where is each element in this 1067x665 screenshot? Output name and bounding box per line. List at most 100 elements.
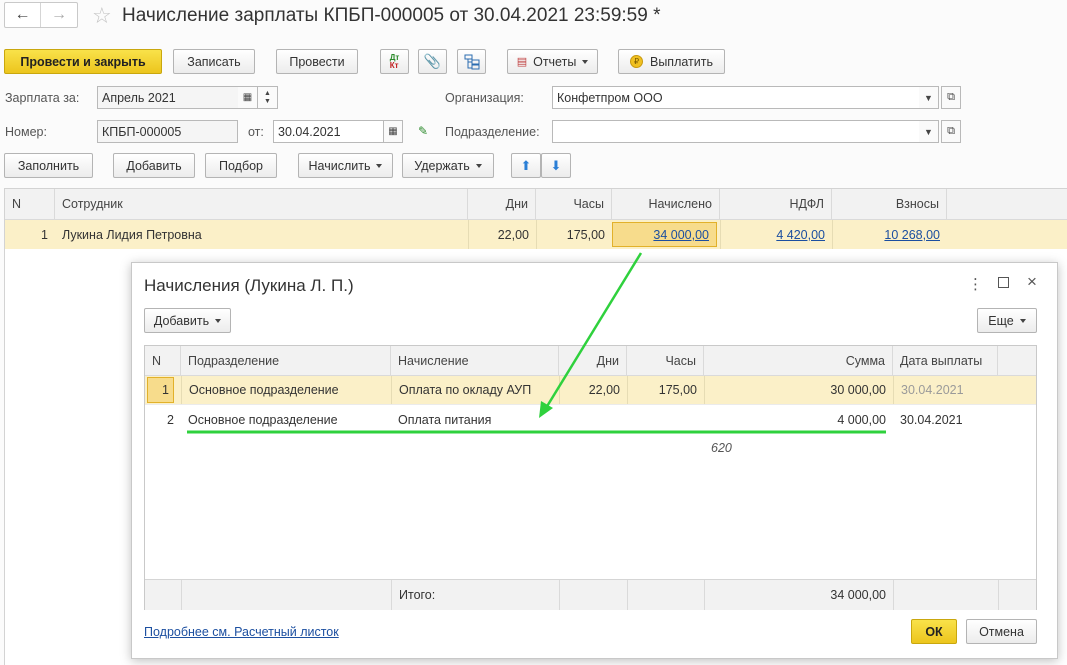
dialog-table-footer: Итого: 34 000,00 [145,579,1036,610]
add-button[interactable]: Добавить [113,153,195,178]
row-n: 1 [41,227,48,242]
forward-button[interactable]: → [41,3,77,27]
row-contrib[interactable]: 10 268,00 [832,220,947,249]
row-accrued[interactable]: 34 000,00 [612,222,717,247]
pay-label: Выплатить [649,54,713,69]
dcol-department[interactable]: Подразделение [181,346,391,375]
open-icon: ⧉ [947,125,955,137]
organization-field[interactable]: Конфетпром ООО [552,86,920,109]
col-hours[interactable]: Часы [536,189,612,219]
arrow-down-icon: ⬇ [550,157,562,173]
drow-n: 1 [145,376,181,404]
department-open-button[interactable]: ⧉ [941,120,961,143]
ok-button[interactable]: ОК [911,619,957,644]
drow-days [559,405,627,434]
accrue-label: Начислить [308,158,371,173]
total-label: Итого: [391,580,559,610]
department-field[interactable] [552,120,920,143]
drow-sum: 4 000,00 [837,412,886,427]
arrow-right-icon: → [51,6,67,23]
dialog-table: N Подразделение Начисление Дни Часы Сумм… [144,345,1037,610]
calendar-icon: ▦ [388,126,398,137]
chevron-down-icon: ▼ [924,92,933,103]
footer-divider [559,580,560,610]
department-label: Подразделение: [445,125,540,139]
footer-divider [627,580,628,610]
nav-group: ← → [4,2,78,28]
dcol-days[interactable]: Дни [559,346,627,375]
attach-button[interactable]: 📎 [418,49,447,74]
move-up-button[interactable]: ⬆ [511,153,541,178]
move-down-button[interactable]: ⬇ [541,153,571,178]
pick-button[interactable]: Подбор [205,153,277,178]
drow-hours: 175,00 [627,376,704,404]
table-row[interactable]: 2 Основное подразделение Оплата питания … [145,405,1036,434]
fill-button[interactable]: Заполнить [4,153,93,178]
footer-divider [998,580,999,610]
row-employee: Лукина Лидия Петровна [62,227,202,242]
number-label: Номер: [5,125,47,139]
row-days: 22,00 [468,220,536,249]
drow-accrual: Оплата питания [398,412,492,427]
month-stepper[interactable]: ▲ ▼ [258,86,278,109]
col-employee[interactable]: Сотрудник [55,189,468,219]
more-vert-icon[interactable]: ⋮ [968,275,983,293]
department-dropdown[interactable]: ▼ [919,120,939,143]
dt-kt-icon: Дт Кт [389,52,400,70]
drow-sum: 30 000,00 [704,376,893,404]
total-sum: 34 000,00 [704,580,893,610]
dialog-more-button[interactable]: Еще [977,308,1037,333]
date-calendar-button[interactable]: ▦ [383,120,403,143]
contrib-link[interactable]: 10 268,00 [884,228,940,242]
cancel-button[interactable]: Отмена [966,619,1037,644]
organization-dropdown[interactable]: ▼ [919,86,939,109]
payslip-link[interactable]: Подробнее см. Расчетный листок [144,625,339,639]
calendar-button[interactable]: ▦ [238,86,258,109]
post-and-close-button[interactable]: Провести и закрыть [4,49,162,74]
reports-button[interactable]: ▤ Отчеты [507,49,598,74]
number-field[interactable]: КПБП-000005 [97,120,238,143]
dialog-title: Начисления (Лукина Л. П.) [144,276,354,295]
table-row[interactable]: 1 Лукина Лидия Петровна 22,00 175,00 34 … [5,220,1067,249]
window-title: Начисление зарплаты КПБП-000005 от 30.04… [122,5,661,26]
salary-for-field[interactable]: Апрель 2021 [97,86,239,109]
drow-hours [627,405,704,434]
ndfl-link[interactable]: 4 420,00 [776,228,825,242]
col-ndfl[interactable]: НДФЛ [720,189,832,219]
col-accrued[interactable]: Начислено [612,189,720,219]
hierarchy-icon [464,54,479,69]
footer-divider [893,580,894,610]
date-field[interactable]: 30.04.2021 [273,120,384,143]
accrued-link[interactable]: 34 000,00 [653,228,709,242]
post-button[interactable]: Провести [276,49,358,74]
withhold-button[interactable]: Удержать [402,153,494,178]
dcol-n[interactable]: N [145,346,181,375]
paperclip-icon: 📎 [423,53,442,69]
accrue-button[interactable]: Начислить [298,153,393,178]
save-button[interactable]: Записать [173,49,255,74]
col-days[interactable]: Дни [468,189,536,219]
open-icon: ⧉ [947,91,955,103]
pay-button[interactable]: ₽ Выплатить [618,49,725,74]
dialog-add-button[interactable]: Добавить [144,308,231,333]
col-n[interactable]: N [5,189,55,219]
organization-open-button[interactable]: ⧉ [941,86,961,109]
reports-label: Отчеты [533,54,577,69]
dcol-hours[interactable]: Часы [627,346,704,375]
dcol-paydate[interactable]: Дата выплаты [893,346,998,375]
row-ndfl[interactable]: 4 420,00 [720,220,832,249]
dcol-accrual[interactable]: Начисление [391,346,559,375]
col-contrib[interactable]: Взносы [832,189,947,219]
table-row[interactable]: 1 Основное подразделение Оплата по оклад… [145,376,1036,405]
structure-button[interactable] [457,49,486,74]
favorite-star-icon[interactable]: ☆ [92,3,112,29]
annotation-number: 620 [711,441,732,455]
edit-number-icon[interactable]: ✎ [418,124,428,138]
dt-kt-button[interactable]: Дт Кт [380,49,409,74]
back-button[interactable]: ← [5,3,42,27]
maximize-icon[interactable] [998,277,1009,288]
dcol-sum[interactable]: Сумма [704,346,893,375]
coin-icon: ₽ [629,55,643,68]
drow-accrual: Оплата по окладу АУП [391,376,559,404]
close-icon[interactable]: × [1027,272,1037,292]
